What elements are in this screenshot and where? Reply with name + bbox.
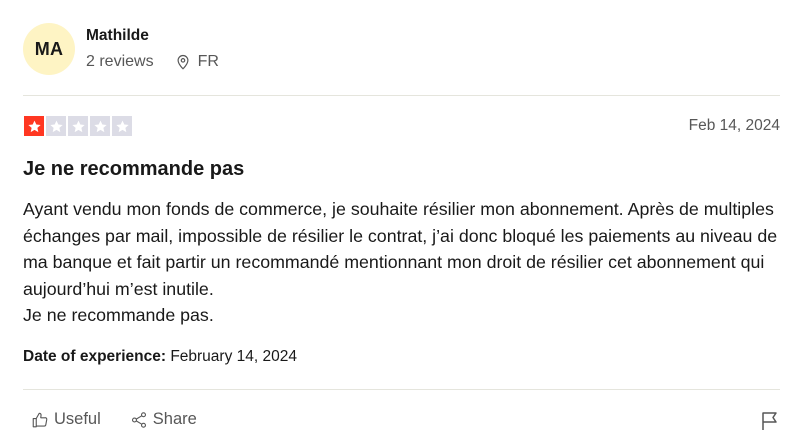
avatar[interactable]: MA	[23, 23, 75, 75]
date-of-experience: Date of experience: February 14, 2024	[23, 348, 297, 366]
review-paragraph: Ayant vendu mon fonds de commerce, je so…	[23, 199, 778, 299]
experience-date: February 14, 2024	[170, 348, 297, 365]
share-icon	[131, 411, 146, 428]
divider	[23, 95, 780, 96]
review-actions: Useful Share	[31, 410, 197, 429]
reviewer-meta: 2 reviews FR	[86, 52, 219, 72]
reviewer-country: FR	[197, 53, 219, 70]
star-empty	[90, 116, 110, 136]
star-icon	[49, 120, 63, 132]
experience-label: Date of experience:	[23, 348, 166, 365]
review-count: 2 reviews	[86, 53, 154, 70]
thumbs-up-icon	[32, 412, 48, 427]
star-empty	[46, 116, 66, 136]
review-card: MA Mathilde 2 reviews FR Feb 14, 2024 Je…	[0, 0, 804, 442]
useful-label: Useful	[54, 410, 101, 428]
star-icon	[71, 120, 85, 132]
review-title[interactable]: Je ne recommande pas	[23, 158, 244, 181]
star-empty	[112, 116, 132, 136]
star-empty	[68, 116, 88, 136]
star-icon	[115, 120, 129, 132]
reviewer-info: Mathilde 2 reviews FR	[86, 26, 219, 72]
star-rating	[24, 116, 132, 136]
review-paragraph: Je ne recommande pas.	[23, 305, 214, 325]
share-label: Share	[152, 410, 197, 428]
useful-button[interactable]: Useful	[31, 410, 101, 429]
reviewer-name[interactable]: Mathilde	[86, 26, 219, 46]
reviewer-header[interactable]: MA Mathilde 2 reviews FR	[23, 23, 219, 75]
flag-icon[interactable]	[761, 411, 779, 431]
star-icon	[93, 120, 107, 132]
star-icon	[27, 120, 41, 132]
divider	[23, 389, 780, 390]
share-button[interactable]: Share	[130, 410, 197, 429]
review-date: Feb 14, 2024	[688, 117, 780, 134]
review-body: Ayant vendu mon fonds de commerce, je so…	[23, 196, 783, 329]
location-pin-icon	[174, 53, 192, 71]
star-filled	[24, 116, 44, 136]
